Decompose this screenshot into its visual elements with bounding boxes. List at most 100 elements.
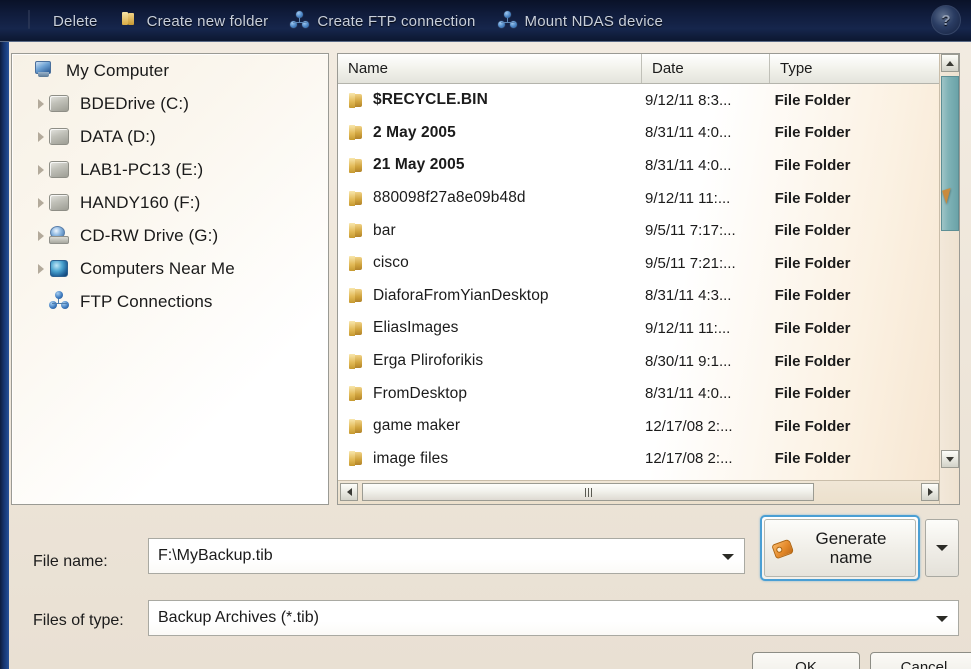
table-row[interactable]: $RECYCLE.BIN 9/12/11 8:3... File Folder	[338, 84, 943, 117]
column-header-type[interactable]: Type	[770, 54, 945, 83]
table-row[interactable]: image files 12/17/08 2:... File Folder	[338, 443, 943, 476]
cell-type: File Folder	[774, 385, 851, 403]
cell-type: File Folder	[774, 222, 851, 240]
file-list-header: Name Date Type	[338, 54, 959, 84]
cell-date: 8/31/11 4:3...	[645, 287, 732, 305]
tree-item-label: DATA (D:)	[80, 126, 156, 146]
table-row[interactable]: cisco 9/5/11 7:21:... File Folder	[338, 247, 943, 280]
tree-item-handy160-f[interactable]: HANDY160 (F:)	[12, 186, 328, 219]
cell-name: 2 May 2005	[338, 124, 641, 142]
scroll-down-icon[interactable]	[941, 450, 959, 468]
ndas-network-icon	[497, 11, 518, 31]
tree-item-label: CD-RW Drive (G:)	[80, 225, 219, 245]
file-name-value: F:\MyBackup.tib	[158, 547, 273, 564]
toolbar: Delete Create new folder Create FTP conn…	[0, 0, 971, 42]
cell-name: 880098f27a8e09b48d	[338, 189, 641, 207]
tree-item-bdedrive-c[interactable]: BDEDrive (C:)	[12, 87, 328, 120]
table-row[interactable]: game maker 12/17/08 2:... File Folder	[338, 410, 943, 443]
generate-name-dropdown-button[interactable]	[925, 519, 959, 577]
column-header-name[interactable]: Name	[338, 54, 642, 83]
file-name: cisco	[373, 254, 409, 272]
chevron-right-icon[interactable]	[34, 131, 48, 142]
scroll-right-icon[interactable]	[921, 483, 939, 501]
table-row[interactable]: 2 May 2005 8/31/11 4:0... File Folder	[338, 117, 943, 150]
tree-item-label: FTP Connections	[80, 291, 213, 311]
horizontal-scroll-thumb[interactable]	[362, 483, 814, 501]
column-header-date[interactable]: Date	[642, 54, 770, 83]
table-row[interactable]: Erga Pliroforikis 8/30/11 9:1... File Fo…	[338, 345, 943, 378]
chevron-right-icon[interactable]	[34, 263, 48, 274]
toolbar-button-create-ftp-connection[interactable]: Create FTP connection	[282, 7, 489, 35]
file-list-vertical-scrollbar[interactable]	[939, 54, 959, 504]
network-globe-icon	[48, 258, 72, 280]
folder-icon	[348, 190, 365, 206]
vertical-scroll-thumb[interactable]	[941, 76, 959, 231]
hard-drive-icon	[48, 159, 72, 181]
folder-icon	[348, 223, 365, 239]
cell-type: File Folder	[774, 352, 851, 370]
table-row[interactable]: EliasImages 9/12/11 11:... File Folder	[338, 312, 943, 345]
hard-drive-icon	[48, 192, 72, 214]
table-row[interactable]: FromDesktop 8/31/11 4:0... File Folder	[338, 377, 943, 410]
file-list-horizontal-scrollbar[interactable]	[338, 480, 941, 504]
ok-button[interactable]: OK	[752, 652, 860, 669]
computer-icon	[34, 60, 58, 82]
cell-date: 9/12/11 8:3...	[645, 91, 732, 109]
file-name-input[interactable]: F:\MyBackup.tib	[148, 538, 745, 574]
file-name: EliasImages	[373, 319, 459, 337]
tree-item-label: BDEDrive (C:)	[80, 93, 189, 113]
cell-type: File Folder	[774, 156, 851, 174]
cell-type: File Folder	[774, 417, 851, 435]
chevron-down-icon[interactable]	[936, 616, 948, 622]
cell-type: File Folder	[774, 91, 851, 109]
cell-name: Erga Pliroforikis	[338, 352, 641, 370]
table-row[interactable]: bar 9/5/11 7:17:... File Folder	[338, 214, 943, 247]
chevron-right-icon[interactable]	[34, 164, 48, 175]
file-list-rows: $RECYCLE.BIN 9/12/11 8:3... File Folder …	[338, 84, 943, 475]
toolbar-label-create-ftp-connection: Create FTP connection	[317, 12, 476, 30]
scroll-left-icon[interactable]	[340, 483, 358, 501]
tree-item-label: LAB1-PC13 (E:)	[80, 159, 204, 179]
table-row[interactable]: 21 May 2005 8/31/11 4:0... File Folder	[338, 149, 943, 182]
tree-item-my-computer[interactable]: My Computer	[12, 54, 328, 87]
tree-item-label: Computers Near Me	[80, 258, 235, 278]
cell-name: bar	[338, 222, 641, 240]
cell-type: File Folder	[774, 319, 851, 337]
folder-icon	[348, 157, 365, 173]
tree-item-label: My Computer	[66, 60, 170, 80]
file-name: image files	[373, 449, 449, 467]
chevron-right-icon[interactable]	[34, 197, 48, 208]
toolbar-button-create-new-folder[interactable]: Create new folder	[112, 7, 283, 35]
table-row[interactable]: DiaforaFromYianDesktop 8/31/11 4:3... Fi…	[338, 280, 943, 313]
folder-icon	[348, 353, 365, 369]
ftp-network-icon	[48, 290, 72, 313]
toolbar-button-delete[interactable]: Delete	[18, 7, 112, 35]
cancel-button[interactable]: Cancel	[870, 652, 971, 669]
file-name-label: File name:	[33, 553, 108, 570]
files-of-type-select[interactable]: Backup Archives (*.tib)	[148, 600, 959, 636]
cell-type: File Folder	[774, 254, 851, 272]
table-row[interactable]: 880098f27a8e09b48d 9/12/11 11:... File F…	[338, 182, 943, 215]
tree-item-ftp-connections[interactable]: FTP Connections	[12, 285, 328, 318]
cell-name: $RECYCLE.BIN	[338, 91, 641, 109]
chevron-right-icon[interactable]	[34, 98, 48, 109]
generate-name-button[interactable]: Generate name	[764, 519, 916, 577]
file-name: bar	[373, 221, 396, 239]
help-icon[interactable]: ?	[931, 5, 961, 35]
file-list-panel: Name Date Type $RECYCLE.BIN 9/12/11 8:3.…	[337, 53, 960, 505]
tree-item-cd-rw-drive-g[interactable]: CD-RW Drive (G:)	[12, 219, 328, 252]
folder-icon	[348, 451, 365, 467]
tree-item-computers-near-me[interactable]: Computers Near Me	[12, 252, 328, 285]
cell-type: File Folder	[774, 450, 851, 468]
scroll-up-icon[interactable]	[941, 54, 959, 72]
toolbar-button-mount-ndas-device[interactable]: Mount NDAS device	[490, 7, 677, 35]
folder-icon	[348, 386, 365, 402]
folder-icon	[348, 418, 365, 434]
tree-item-data-d[interactable]: DATA (D:)	[12, 120, 328, 153]
chevron-down-icon[interactable]	[722, 554, 734, 560]
file-name: $RECYCLE.BIN	[373, 91, 488, 109]
hard-drive-icon	[48, 93, 72, 115]
tree-item-lab1-pc13-e[interactable]: LAB1-PC13 (E:)	[12, 153, 328, 186]
chevron-right-icon[interactable]	[34, 230, 48, 241]
file-browser-dialog: Delete Create new folder Create FTP conn…	[0, 0, 971, 669]
